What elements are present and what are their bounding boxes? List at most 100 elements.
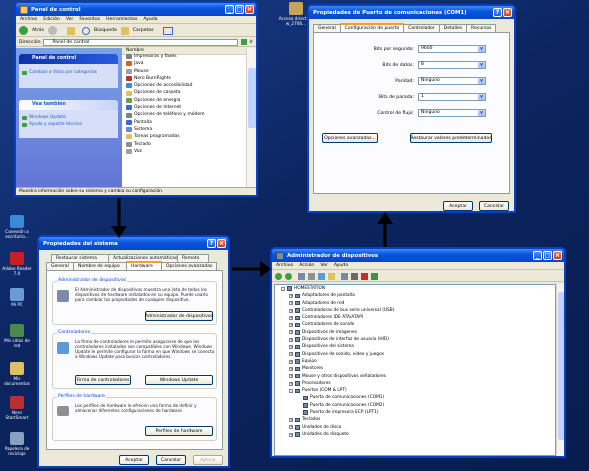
tree-node[interactable]: + Monitores: [281, 365, 394, 372]
expand-icon[interactable]: +: [289, 359, 293, 364]
tree-node[interactable]: + Controladores IDE ATA/ATAPI: [281, 314, 394, 321]
list-item[interactable]: Tareas programadas: [126, 133, 205, 140]
menu-file[interactable]: Archivo: [20, 17, 37, 22]
accept-button[interactable]: Aceptar: [443, 201, 473, 211]
maximize-button[interactable]: □: [543, 250, 552, 260]
refresh-icon[interactable]: [318, 272, 325, 280]
help-button[interactable]: ?: [207, 238, 216, 248]
scroll-thumb[interactable]: [558, 292, 564, 440]
tab-computer-name[interactable]: Nombre de equipo: [73, 262, 127, 270]
cancel-button[interactable]: Cancelar: [156, 455, 186, 465]
desktop-icon-my-documents[interactable]: Mis documentos: [2, 362, 32, 386]
minimize-button[interactable]: _: [533, 250, 542, 260]
forward-icon[interactable]: [47, 26, 57, 35]
expand-icon[interactable]: +: [289, 301, 293, 306]
list-item[interactable]: Sistema: [126, 126, 205, 133]
scan-hardware-icon[interactable]: [341, 272, 348, 280]
expand-icon[interactable]: +: [289, 323, 293, 328]
device-manager-button[interactable]: Administrador de dispositivos: [145, 311, 213, 321]
tree-node[interactable]: + Unidades de disco: [281, 424, 394, 431]
views-icon[interactable]: [163, 26, 174, 35]
desktop-icon-recycle-bin[interactable]: Papelera de reciclaje: [2, 432, 32, 456]
tree-node[interactable]: Puerto de impresora ECP (LPT1): [281, 409, 394, 416]
bits-per-second-select[interactable]: 9600 ▼: [418, 45, 486, 53]
chevron-down-icon[interactable]: ▼: [477, 94, 485, 100]
list-item[interactable]: Opciones de Internet: [126, 104, 205, 111]
list-item[interactable]: Opciones de teléfono y módem: [126, 111, 205, 118]
switch-category-view-link[interactable]: Cambiar a Vista por categorías: [19, 69, 118, 76]
close-button[interactable]: ×: [217, 238, 226, 248]
tree-node[interactable]: + Adaptadores de pantalla: [281, 292, 394, 299]
advanced-options-button[interactable]: Opciones avanzadas...: [322, 133, 378, 143]
flow-control-select[interactable]: Ninguno ▼: [418, 109, 486, 117]
search-icon[interactable]: [81, 26, 90, 35]
chevron-down-icon[interactable]: ▼: [477, 62, 485, 68]
tab-general[interactable]: General: [46, 262, 74, 270]
folders-icon[interactable]: [120, 26, 129, 35]
expand-icon[interactable]: +: [289, 425, 293, 430]
chevron-down-icon[interactable]: ▼: [477, 78, 485, 84]
parity-select[interactable]: Ninguno ▼: [418, 77, 486, 85]
help-icon[interactable]: [328, 272, 335, 280]
list-item[interactable]: Java: [126, 60, 205, 67]
accept-button[interactable]: Aceptar: [119, 455, 149, 465]
maximize-button[interactable]: □: [235, 4, 244, 14]
menu-view[interactable]: Ver: [320, 263, 328, 268]
tree-node[interactable]: + Teclados: [281, 416, 394, 423]
menu-view[interactable]: Ver: [66, 17, 74, 22]
title-bar[interactable]: Propiedades del sistema ? ×: [39, 237, 228, 250]
expand-icon[interactable]: +: [289, 381, 293, 386]
update-driver-icon[interactable]: [351, 272, 358, 280]
expand-icon[interactable]: +: [289, 330, 293, 335]
tree-node[interactable]: Puerto de comunicaciones (COM2): [281, 402, 394, 409]
menu-action[interactable]: Acción: [299, 263, 314, 268]
tab-general[interactable]: General: [313, 24, 341, 32]
go-icon[interactable]: [240, 39, 247, 45]
up-folder-icon[interactable]: [66, 26, 75, 35]
help-button[interactable]: ?: [493, 7, 502, 17]
tree-node[interactable]: - HOMESTATION: [281, 285, 394, 292]
menu-help[interactable]: Ayuda: [334, 263, 348, 268]
uninstall-icon[interactable]: [361, 272, 368, 280]
desktop-icon-network-places[interactable]: Mis sitios de red: [2, 324, 32, 348]
windows-update-button[interactable]: Windows Update: [145, 375, 213, 385]
expand-icon[interactable]: +: [289, 337, 293, 342]
desktop-icon-nero[interactable]: Nero StartSmart: [2, 396, 32, 420]
expand-icon[interactable]: +: [289, 293, 293, 298]
expand-icon[interactable]: +: [289, 417, 293, 422]
expand-icon[interactable]: +: [289, 432, 293, 437]
list-item[interactable]: Opciones de energía: [126, 97, 205, 104]
tree-node[interactable]: + Adaptadores de red: [281, 300, 394, 307]
show-hide-tree-icon[interactable]: [298, 272, 305, 280]
chevron-down-icon[interactable]: ▼: [477, 46, 485, 52]
vertical-scrollbar[interactable]: [556, 284, 564, 456]
back-icon[interactable]: [19, 26, 28, 35]
minimize-button[interactable]: _: [225, 4, 234, 14]
chevron-down-icon[interactable]: ▼: [477, 110, 485, 116]
vertical-scrollbar[interactable]: [246, 48, 256, 188]
properties-icon[interactable]: [308, 272, 315, 280]
close-button[interactable]: ×: [503, 7, 512, 17]
expand-icon[interactable]: +: [289, 308, 293, 313]
collapse-icon[interactable]: -: [289, 388, 293, 393]
tree-node[interactable]: - Puertos (COM & LPT): [281, 387, 394, 394]
collapse-icon[interactable]: -: [281, 286, 285, 291]
title-bar[interactable]: Administrador de dispositivos _ □ ×: [272, 249, 564, 262]
close-button[interactable]: ×: [245, 4, 254, 14]
tree-node[interactable]: + Mouse y otros dispositivos señaladores: [281, 373, 394, 380]
search-label[interactable]: Búsqueda: [94, 28, 117, 33]
tree-node[interactable]: + Dispositivos de interfaz de usuario (HI…: [281, 336, 394, 343]
tree-node[interactable]: + Dispositivos del sistema: [281, 343, 394, 350]
list-item[interactable]: Mouse: [126, 68, 205, 75]
expand-icon[interactable]: +: [289, 366, 293, 371]
tab-driver[interactable]: Controlador: [403, 24, 440, 32]
enable-icon[interactable]: [371, 272, 378, 280]
tree-node[interactable]: + Equipo: [281, 358, 394, 365]
tree-node[interactable]: + Procesadores: [281, 380, 394, 387]
expand-icon[interactable]: +: [289, 374, 293, 379]
tree-node[interactable]: + Controladoras de bus serie universal (U…: [281, 307, 394, 314]
tab-system-restore[interactable]: Restaurar sistema: [51, 254, 109, 262]
restore-defaults-button[interactable]: Restaurar valores predeterminados: [410, 133, 492, 143]
list-item[interactable]: Pantalla: [126, 119, 205, 126]
go-label[interactable]: Ir: [250, 40, 253, 45]
